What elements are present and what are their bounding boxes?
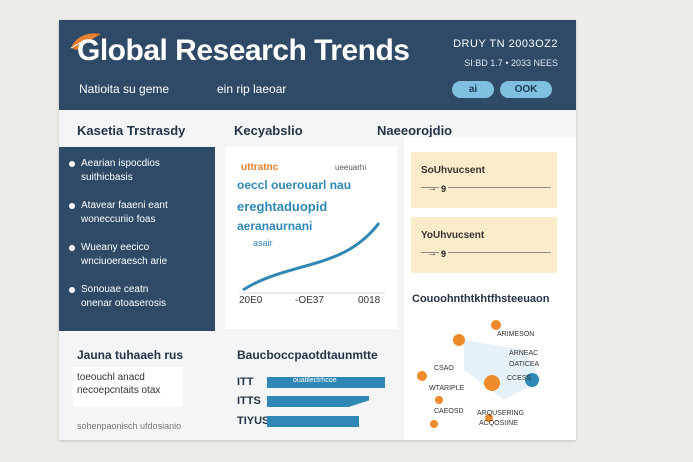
bullet-icon xyxy=(69,203,75,209)
bar-text: ouatilectrhcoe xyxy=(293,377,337,384)
header-pill-button-1[interactable]: ai xyxy=(452,81,494,98)
network-node[interactable] xyxy=(484,375,500,391)
bar-label: ITTS xyxy=(237,395,261,407)
network-graph xyxy=(417,320,542,428)
list-item[interactable]: Atavear faaeni eant woneccuriio foas xyxy=(69,199,168,227)
chart-text-1: uttratnc xyxy=(241,162,279,173)
network-node[interactable] xyxy=(435,396,443,404)
header-subdate: SI:BD 1.7 • 2033 NEES xyxy=(464,58,558,68)
arrow-right-icon: → xyxy=(427,248,437,259)
header: Global Research Trends DRUY TN 2003OZ2 S… xyxy=(59,20,576,110)
network-label: ARQUSERING xyxy=(477,410,525,417)
bar xyxy=(267,416,359,427)
network-label: ARNEAC xyxy=(509,350,539,357)
bar-label: TIYUS xyxy=(237,415,270,427)
chart-text-2: ueeuarhi xyxy=(335,163,366,172)
network-node[interactable] xyxy=(417,371,427,381)
network-label: ARIMESON xyxy=(497,331,535,338)
network-label: ACQOSIINE xyxy=(479,420,518,427)
network-node[interactable] xyxy=(430,420,438,428)
trend-chart-panel: uttratnc ueeuarhi oeccl ouerouarl nau er… xyxy=(225,147,397,329)
nav-link-2[interactable]: ein rip laeoar xyxy=(217,82,286,96)
network-cloud xyxy=(464,340,542,400)
footer-text: sohenpaonisch ufdosianio xyxy=(77,421,182,431)
stat-card[interactable]: YoUhvucsent → 9 xyxy=(411,217,557,273)
network-title: Couoohnthtkhtfhsteeuaon xyxy=(412,293,550,305)
bar xyxy=(267,396,369,407)
chart-text-5: aeranaurnani xyxy=(237,219,312,233)
chart-text-3: oeccl ouerouarl nau xyxy=(237,178,351,192)
chart-text-6: asair xyxy=(253,238,273,248)
list-item[interactable]: Aearian ispocdios suithicbasis xyxy=(69,157,160,185)
bottom-left-title: Jauna tuhaaeh rus xyxy=(77,348,184,362)
tick-label: 0018 xyxy=(358,295,381,306)
trend-line xyxy=(242,222,381,292)
section-title-left: Kasetia Trstrasdy xyxy=(77,123,186,138)
network-label: CCESS xyxy=(507,375,532,382)
list-item[interactable]: Wueany eecico wnciuoeraesch arie xyxy=(69,241,167,269)
network-label: OATICEA xyxy=(509,361,540,368)
bottom-left-box: toeouchl anacd necoepcntaits otax xyxy=(73,367,183,407)
bullet-icon xyxy=(69,245,75,251)
list-item[interactable]: Sonouae ceatn onenar otoaserosis xyxy=(69,283,166,311)
section-title-right: Naeeorojdio xyxy=(377,123,453,138)
bar-label: ITT xyxy=(237,376,254,388)
tick-label: -OE37 xyxy=(295,295,324,306)
header-pill-button-2[interactable]: OOK xyxy=(500,81,552,98)
dashboard-card: Global Research Trends DRUY TN 2003OZ2 S… xyxy=(59,20,576,440)
network-node[interactable] xyxy=(491,320,501,330)
network-label: CAEOSD xyxy=(434,408,464,415)
tick-label: 20E0 xyxy=(239,295,263,306)
bullet-icon xyxy=(69,161,75,167)
nav-link-1[interactable]: Natioita su geme xyxy=(79,82,169,96)
bars-title: Baucboccpaotdtaunmtte xyxy=(237,348,378,362)
chart-text-4: ereghtaduopid xyxy=(237,199,327,214)
header-date: DRUY TN 2003OZ2 xyxy=(453,38,558,50)
network-label: WTARIPLE xyxy=(429,385,465,392)
stat-card[interactable]: SoUhvucsent → 9 xyxy=(411,152,557,208)
left-panel: Aearian ispocdios suithicbasis Atavear f… xyxy=(59,147,215,331)
network-node[interactable] xyxy=(453,334,465,346)
network-label: CSAO xyxy=(434,365,454,372)
bullet-icon xyxy=(69,287,75,293)
section-title-middle: Kecyabslio xyxy=(234,123,303,138)
page-title: Global Research Trends xyxy=(77,34,410,67)
arrow-right-icon: → xyxy=(427,183,437,194)
